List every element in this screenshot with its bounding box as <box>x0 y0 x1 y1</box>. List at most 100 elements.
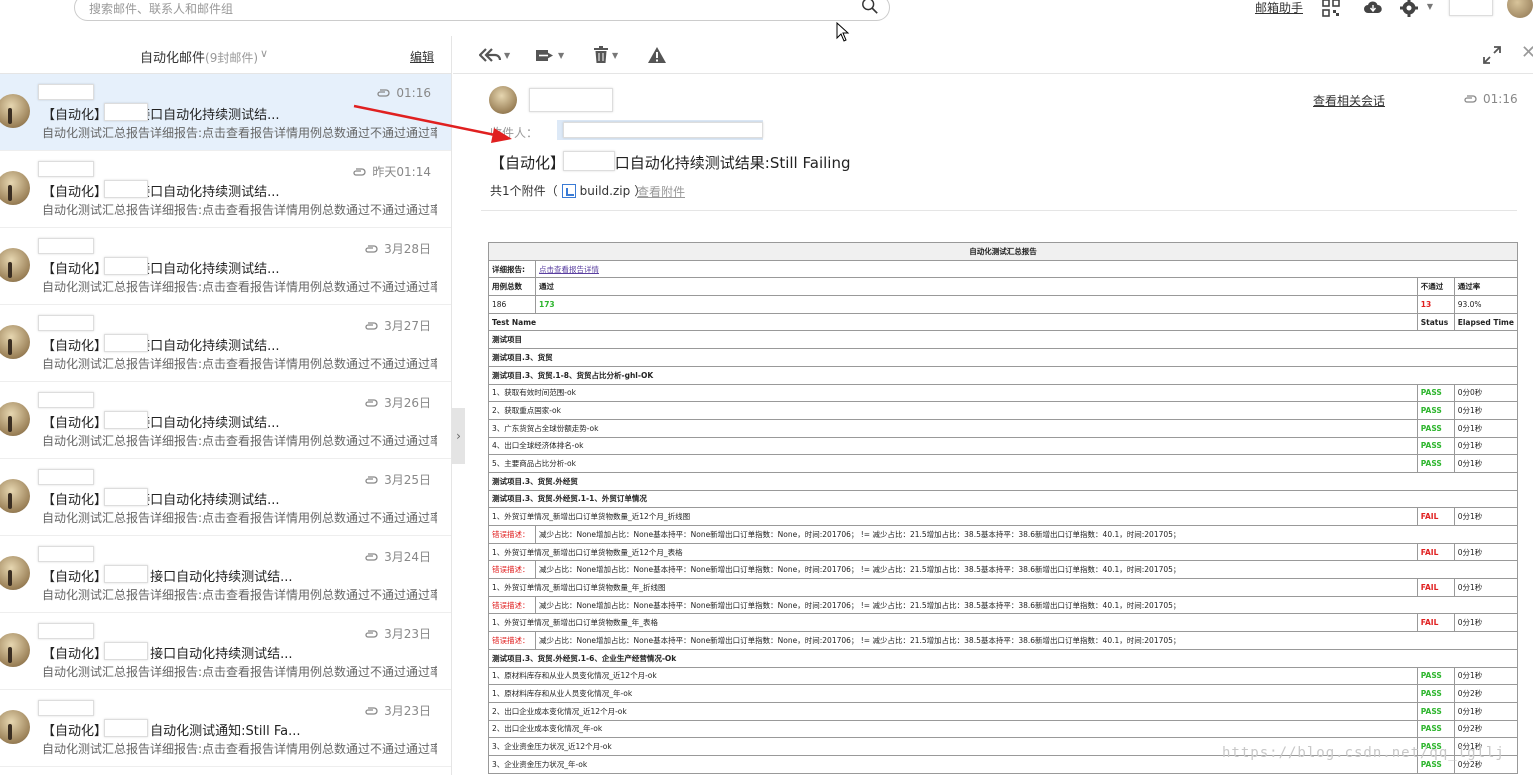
test-status: FAIL <box>1416 507 1455 526</box>
sender-avatar <box>0 248 30 282</box>
elapsed-time: 0分1秒 <box>1453 578 1519 597</box>
mail-list-item[interactable]: 3月23日【自动化】 厅项目自动化测试通知:Still Fa... 自动化测试汇总… <box>0 690 451 767</box>
suite-name: 测试项目 <box>488 330 1518 350</box>
suite-name: 测试项目.3、货贸.1-8、货贸占比分析-ghl-OK <box>488 365 1518 385</box>
mail-list-item[interactable]: 3月24日 【自动化】 厅项目接口自动化持续测试结... 自动化测试汇总报告详细报告… <box>0 536 451 613</box>
view-attachment-link[interactable]: 查看附件 <box>637 183 685 200</box>
mail-list-item[interactable]: 3月28日 【自动化】 项目接口自动化持续测试结... 自动化测试汇总报告详细报告:… <box>0 228 451 305</box>
attachment-icon <box>377 89 390 97</box>
redacted-subject-part <box>104 411 148 429</box>
mail-subject: 【自动化】 项目接口自动化持续测试结果:Still Failing <box>490 154 851 172</box>
mail-list-item[interactable]: 昨天01:14 【自动化】 项目接口自动化持续测试结... 自动化测试汇总报告详细报… <box>0 151 451 228</box>
mail-time: 3月23日 <box>364 702 431 719</box>
mail-time: 01:16 <box>376 86 431 100</box>
test-case-name: 1、获取有效时间范围-ok <box>488 383 1418 403</box>
test-status: PASS <box>1416 454 1455 473</box>
test-case-name: 2、出口企业成本变化情况_年-ok <box>488 719 1418 739</box>
search-icon[interactable] <box>861 0 879 15</box>
mail-preview: 自动化测试汇总报告详细报告:点击查看报告详情用例总数通过不通过通过率... <box>42 357 437 371</box>
elapsed-time: 0分2秒 <box>1453 719 1519 739</box>
summary-header-row: 用例总数 通过 不通过 通过率 <box>488 277 1519 297</box>
mail-helper-link[interactable]: 邮箱助手 <box>1255 0 1303 16</box>
error-row: 错误描述： 减少占比：None增加占比：None基本持平：None新增出口订单指数… <box>488 560 1519 580</box>
mail-subject: 【自动化】 厅项目自动化测试通知:Still Fa... <box>42 724 301 739</box>
chevron-down-icon[interactable]: ∨ <box>260 47 268 60</box>
cloud-icon[interactable] <box>1363 0 1383 18</box>
mail-preview: 自动化测试汇总报告详细报告:点击查看报告详情用例总数通过不通过通过率... <box>42 203 437 217</box>
test-case-name: 2、获取重点国家-ok <box>488 401 1418 420</box>
sender-avatar <box>0 171 30 205</box>
watermark: https://blog.csdn.net/qq_lgllj <box>1222 745 1505 761</box>
mail-subject: 【自动化】 厅项目接口自动化持续测试结... <box>42 647 293 662</box>
test-case-row: 1、原材料库存和从业人员变化情况_年-ok PASS 0分2秒 <box>488 684 1519 703</box>
reader-toolbar: ▼ ▼ ▼ ✕ <box>453 36 1533 74</box>
sender-avatar <box>0 402 30 436</box>
rate-value: 93.0% <box>1453 295 1519 314</box>
attachment-icon <box>365 706 378 715</box>
elapsed-time: 0分1秒 <box>1453 701 1519 721</box>
suite-row: 测试项目.3、货贸.外经贸.1-1、外贸订单情况 <box>488 489 1518 509</box>
redacted-sender <box>38 238 94 254</box>
mail-subject: 【自动化】 项目接口自动化持续测试结... <box>42 262 280 277</box>
search-input[interactable]: 搜索邮件、联系人和邮件组 <box>89 0 233 17</box>
report-detail-row: 详细报告: 点击查看报告详情 <box>488 259 1519 279</box>
redacted-sender <box>38 623 94 639</box>
error-row: 错误描述： 减少占比：None增加占比：None基本持平：None新增出口订单指数… <box>488 631 1519 650</box>
mail-list-item[interactable]: 01:16 【自动化】 项目接口自动化持续测试结... 自动化测试汇总报告详细报告:… <box>0 74 451 151</box>
mail-preview: 自动化测试汇总报告详细报告:点击查看报告详情用例总数通过不通过通过率... <box>42 588 437 602</box>
test-case-row: 3、广东货贸占全球份额走势-ok PASS 0分1秒 <box>488 418 1519 438</box>
forward-icon <box>536 50 553 61</box>
mail-subject: 【自动化】 厅项目接口自动化持续测试结... <box>42 570 293 585</box>
mail-list-item[interactable]: 3月27日 【自动化】 项目接口自动化持续测试结... 自动化测试汇总报告详细报告:… <box>0 305 451 382</box>
close-icon[interactable]: ✕ <box>1521 42 1533 63</box>
forward-button[interactable]: ▼ <box>535 45 564 65</box>
sender-avatar[interactable] <box>489 86 517 114</box>
mail-list-item[interactable]: 3月26日 【自动化】 项目接口自动化持续测试结... 自动化测试汇总报告详细报告:… <box>0 382 451 459</box>
attachment-icon <box>365 398 378 407</box>
recipient-label: 收件人： <box>490 126 539 140</box>
mail-preview: 自动化测试汇总报告详细报告:点击查看报告详情用例总数通过不通过通过率... <box>42 742 437 756</box>
test-status: FAIL <box>1416 613 1455 633</box>
delete-button[interactable]: ▼ <box>593 45 618 65</box>
header-divider <box>481 210 1517 211</box>
test-status: PASS <box>1416 701 1455 721</box>
test-case-row: 5、主要商品占比分析-ok PASS 0分1秒 <box>488 454 1519 473</box>
folder-title[interactable]: 自动化邮件(9封邮件) <box>140 47 258 66</box>
report-spam-button[interactable] <box>647 45 667 65</box>
mail-list-pane: 自动化邮件(9封邮件) ∨ 编辑 01:16 【自动化】 项目接口自动化持续测试结… <box>0 36 452 775</box>
view-related-conversation-link[interactable]: 查看相关会话 <box>1313 92 1385 109</box>
redacted-username <box>1449 0 1493 16</box>
report-detail-link[interactable]: 点击查看报告详情 <box>539 265 599 274</box>
status-header: Status <box>1416 312 1455 332</box>
redacted-subject-part <box>104 488 148 506</box>
mail-list-item[interactable]: 3月25日 【自动化】 项目接口自动化持续测试结... 自动化测试汇总报告详细报告:… <box>0 459 451 536</box>
mail-preview: 自动化测试汇总报告详细报告:点击查看报告详情用例总数通过不通过通过率... <box>42 280 437 294</box>
elapsed-time: 0分1秒 <box>1453 613 1519 633</box>
suite-row: 测试项目 <box>488 330 1518 350</box>
gear-icon[interactable] <box>1399 0 1419 18</box>
test-case-row: 1、原材料库存和从业人员变化情况_近12个月-ok PASS 0分1秒 <box>488 666 1519 686</box>
elapsed-time-header: Elapsed Time <box>1453 312 1519 332</box>
reply-all-icon <box>479 48 501 62</box>
redacted-sender <box>38 469 94 485</box>
mail-preview: 自动化测试汇总报告详细报告:点击查看报告详情用例总数通过不通过通过率... <box>42 511 437 525</box>
sender-avatar <box>0 556 30 590</box>
mail-time: 3月25日 <box>364 471 431 488</box>
elapsed-time: 0分1秒 <box>1453 507 1519 526</box>
redacted-subject-part <box>104 565 148 583</box>
reply-button[interactable]: ▼ <box>479 45 510 65</box>
search-box[interactable]: 搜索邮件、联系人和邮件组 <box>74 0 890 21</box>
attachment-name[interactable]: build.zip <box>580 184 631 198</box>
columns-header-row: Test Name Status Elapsed Time <box>488 312 1519 332</box>
settings-dropdown-icon[interactable]: ▼ <box>1427 2 1433 11</box>
qr-code-icon[interactable] <box>1321 0 1341 18</box>
redacted-sender <box>38 546 94 562</box>
report-title: 自动化测试汇总报告 <box>488 242 1518 261</box>
mail-list-item[interactable]: 3月23日 【自动化】 厅项目接口自动化持续测试结... 自动化测试汇总报告详细报告… <box>0 613 451 690</box>
fullscreen-icon[interactable] <box>1483 46 1501 64</box>
elapsed-time: 0分0秒 <box>1453 383 1519 403</box>
user-avatar[interactable] <box>1507 0 1533 18</box>
edit-button[interactable]: 编辑 <box>410 48 434 65</box>
detail-label: 详细报告: <box>488 259 536 279</box>
test-status: PASS <box>1416 436 1455 456</box>
